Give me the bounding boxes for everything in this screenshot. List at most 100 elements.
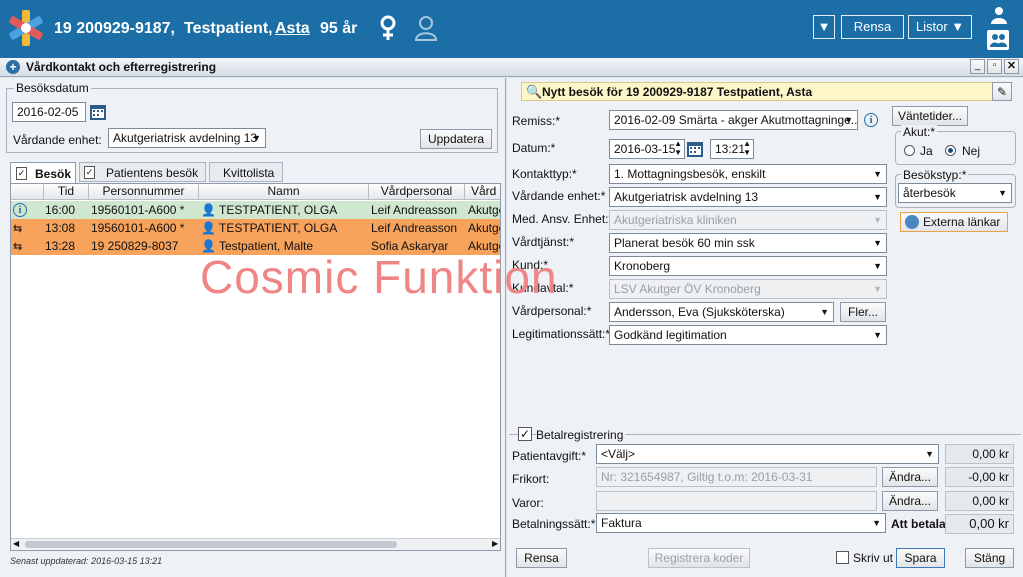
cell-time: 13:28: [45, 239, 76, 253]
clear-form-button[interactable]: Rensa: [516, 548, 567, 568]
patient-fee-select[interactable]: <Välj> ▼: [596, 444, 939, 464]
patient-icon: 👤: [201, 221, 216, 235]
change-goods-button[interactable]: Ändra...: [882, 491, 938, 511]
customer-agreement-select: LSV Akutger ÖV Kronoberg ▼: [609, 279, 887, 299]
close-button[interactable]: Stäng: [965, 548, 1014, 568]
chevron-down-icon: ▼: [998, 188, 1007, 198]
scroll-left-icon[interactable]: ◀: [13, 539, 19, 548]
wait-times-button[interactable]: Väntetider...: [892, 106, 968, 126]
staff-select[interactable]: Andersson, Eva (Sjuksköterska) ▼: [609, 302, 834, 322]
patient-icon: 👤: [201, 203, 216, 217]
column-header-personnummer[interactable]: Personnummer: [89, 184, 199, 200]
maximize-button[interactable]: ▫: [987, 59, 1002, 74]
chevron-down-icon: ▼: [873, 192, 882, 202]
chevron-down-icon: ▼: [252, 133, 261, 143]
column-header-staff[interactable]: Vårdpersonal: [369, 184, 465, 200]
print-checkbox[interactable]: [836, 551, 849, 564]
customer-agreement-value: LSV Akutger ÖV Kronoberg: [614, 282, 761, 296]
user-icon[interactable]: [990, 6, 1008, 24]
calendar-icon[interactable]: [686, 139, 704, 159]
chevron-down-icon: ▼: [873, 284, 882, 294]
users-icon[interactable]: [987, 30, 1009, 50]
care-unit-value: Akutgeriatrisk avdelning 13: [113, 131, 258, 145]
person-outline-icon[interactable]: [414, 15, 438, 41]
care-unit-label: Vårdande enhet:*: [512, 189, 606, 203]
acute-label: Akut:*: [901, 125, 938, 139]
calendar-icon[interactable]: [89, 102, 107, 122]
responsible-unit-select: Akutgeriatriska kliniken ▼: [609, 210, 887, 230]
free-card-amount: -0,00 kr: [945, 467, 1014, 487]
visit-date-group-title: Besöksdatum: [14, 81, 91, 95]
external-links-button[interactable]: Externa länkar: [900, 212, 1008, 232]
visit-type-select[interactable]: återbesök ▼: [898, 183, 1012, 203]
print-label: Skriv ut: [853, 551, 894, 565]
tab-visits[interactable]: ✓ Besök: [10, 162, 76, 183]
cell-staff: Leif Andreasson: [371, 203, 458, 217]
table-header: Tid Personnummer Namn Vårdpersonal Vård: [11, 184, 500, 201]
eraser-icon[interactable]: ✎: [992, 82, 1012, 101]
referral-select[interactable]: 2016-02-09 Smärta - akger Akutmottagning…: [609, 110, 858, 130]
tab-patient-visits[interactable]: ✓ Patientens besök: [79, 162, 206, 182]
tab-receipt-list[interactable]: Kvittolista: [209, 162, 283, 182]
acute-yes-radio[interactable]: [904, 145, 915, 156]
lists-button[interactable]: Listor ▼: [908, 15, 972, 39]
info-icon[interactable]: i: [864, 113, 878, 127]
time-value: 13:21: [715, 142, 746, 156]
payment-checkbox[interactable]: ✓: [518, 427, 532, 441]
cell-name: TESTPATIENT, OLGA: [219, 221, 338, 235]
cell-personnummer: 19 250829-8037: [91, 239, 179, 253]
care-unit-select[interactable]: Akutgeriatrisk avdelning 13 ▼: [609, 187, 887, 207]
contact-type-select[interactable]: 1. Mottagningsbesök, enskilt ▼: [609, 164, 887, 184]
close-window-button[interactable]: ✕: [1004, 59, 1019, 74]
stepper-icon[interactable]: ▲ ▼: [674, 140, 682, 157]
chevron-down-icon: ▼: [873, 238, 882, 248]
payment-method-label: Betalningssätt:*: [512, 517, 596, 531]
register-codes-button: Registrera koder: [648, 548, 750, 568]
change-free-card-button[interactable]: Ändra...: [882, 467, 938, 487]
column-header-time[interactable]: Tid: [44, 184, 89, 200]
patient-first-name[interactable]: Asta: [275, 20, 310, 38]
cell-time: 16:00: [45, 203, 76, 217]
patient-header: 19 200929-9187, Testpatient, Asta 95 år …: [0, 0, 1023, 58]
visit-date-input[interactable]: 2016-02-05: [12, 102, 86, 122]
clipboard-icon: ✓: [84, 166, 95, 179]
identification-select[interactable]: Godkänd legitimation ▼: [609, 325, 887, 345]
care-service-value: Planerat besök 60 min ssk: [614, 236, 755, 250]
table-row[interactable]: i 16:00 19560101-A600 * 👤 TESTPATIENT, O…: [11, 201, 500, 219]
care-unit-select[interactable]: Akutgeriatrisk avdelning 13 ▼: [108, 128, 266, 148]
referral-label: Remiss:*: [512, 114, 561, 128]
app-logo-icon: [6, 8, 46, 48]
acute-no-radio[interactable]: [945, 145, 956, 156]
minimize-button[interactable]: _: [970, 59, 985, 74]
chevron-down-icon: ▼: [820, 307, 829, 317]
customer-value: Kronoberg: [614, 259, 671, 273]
responsible-unit-label: Med. Ansv. Enhet:*: [512, 212, 614, 226]
amount-due-label: Att betala:: [891, 517, 950, 531]
column-header-name[interactable]: Namn: [199, 184, 369, 200]
cell-personnummer: 19560101-A600 *: [91, 221, 185, 235]
date-input[interactable]: 2016-03-15 ▲ ▼: [609, 139, 685, 159]
table-row[interactable]: ⇆ 13:08 19560101-A600 * 👤 TESTPATIENT, O…: [11, 219, 500, 237]
payment-method-select[interactable]: Faktura ▼: [596, 513, 886, 533]
patient-id: 19 200929-9187,: [54, 20, 175, 37]
customer-select[interactable]: Kronoberg ▼: [609, 256, 887, 276]
save-button[interactable]: Spara: [896, 548, 945, 568]
scrollbar-thumb[interactable]: [25, 541, 397, 548]
care-service-select[interactable]: Planerat besök 60 min ssk ▼: [609, 233, 887, 253]
left-pane: Besöksdatum 2016-02-05 Vårdande enhet: A…: [0, 78, 506, 577]
update-button[interactable]: Uppdatera: [420, 129, 492, 149]
column-header-unit[interactable]: Vård: [465, 184, 500, 200]
scroll-right-icon[interactable]: ▶: [492, 539, 498, 548]
dropdown-menu-button[interactable]: ▼: [813, 15, 835, 39]
external-links-label: Externa länkar: [923, 215, 1001, 229]
stepper-icon[interactable]: ▲ ▼: [743, 140, 751, 157]
clear-button[interactable]: Rensa: [841, 15, 904, 39]
horizontal-scrollbar[interactable]: ◀ ▶: [11, 538, 500, 550]
goods-field: [596, 491, 877, 511]
more-staff-button[interactable]: Fler...: [840, 302, 886, 322]
cell-unit: Akutge: [468, 221, 500, 235]
time-input[interactable]: 13:21 ▲ ▼: [710, 139, 754, 159]
transfer-icon: ⇆: [13, 223, 23, 235]
payment-method-value: Faktura: [601, 516, 642, 530]
patient-fee-label: Patientavgift:*: [512, 449, 587, 463]
